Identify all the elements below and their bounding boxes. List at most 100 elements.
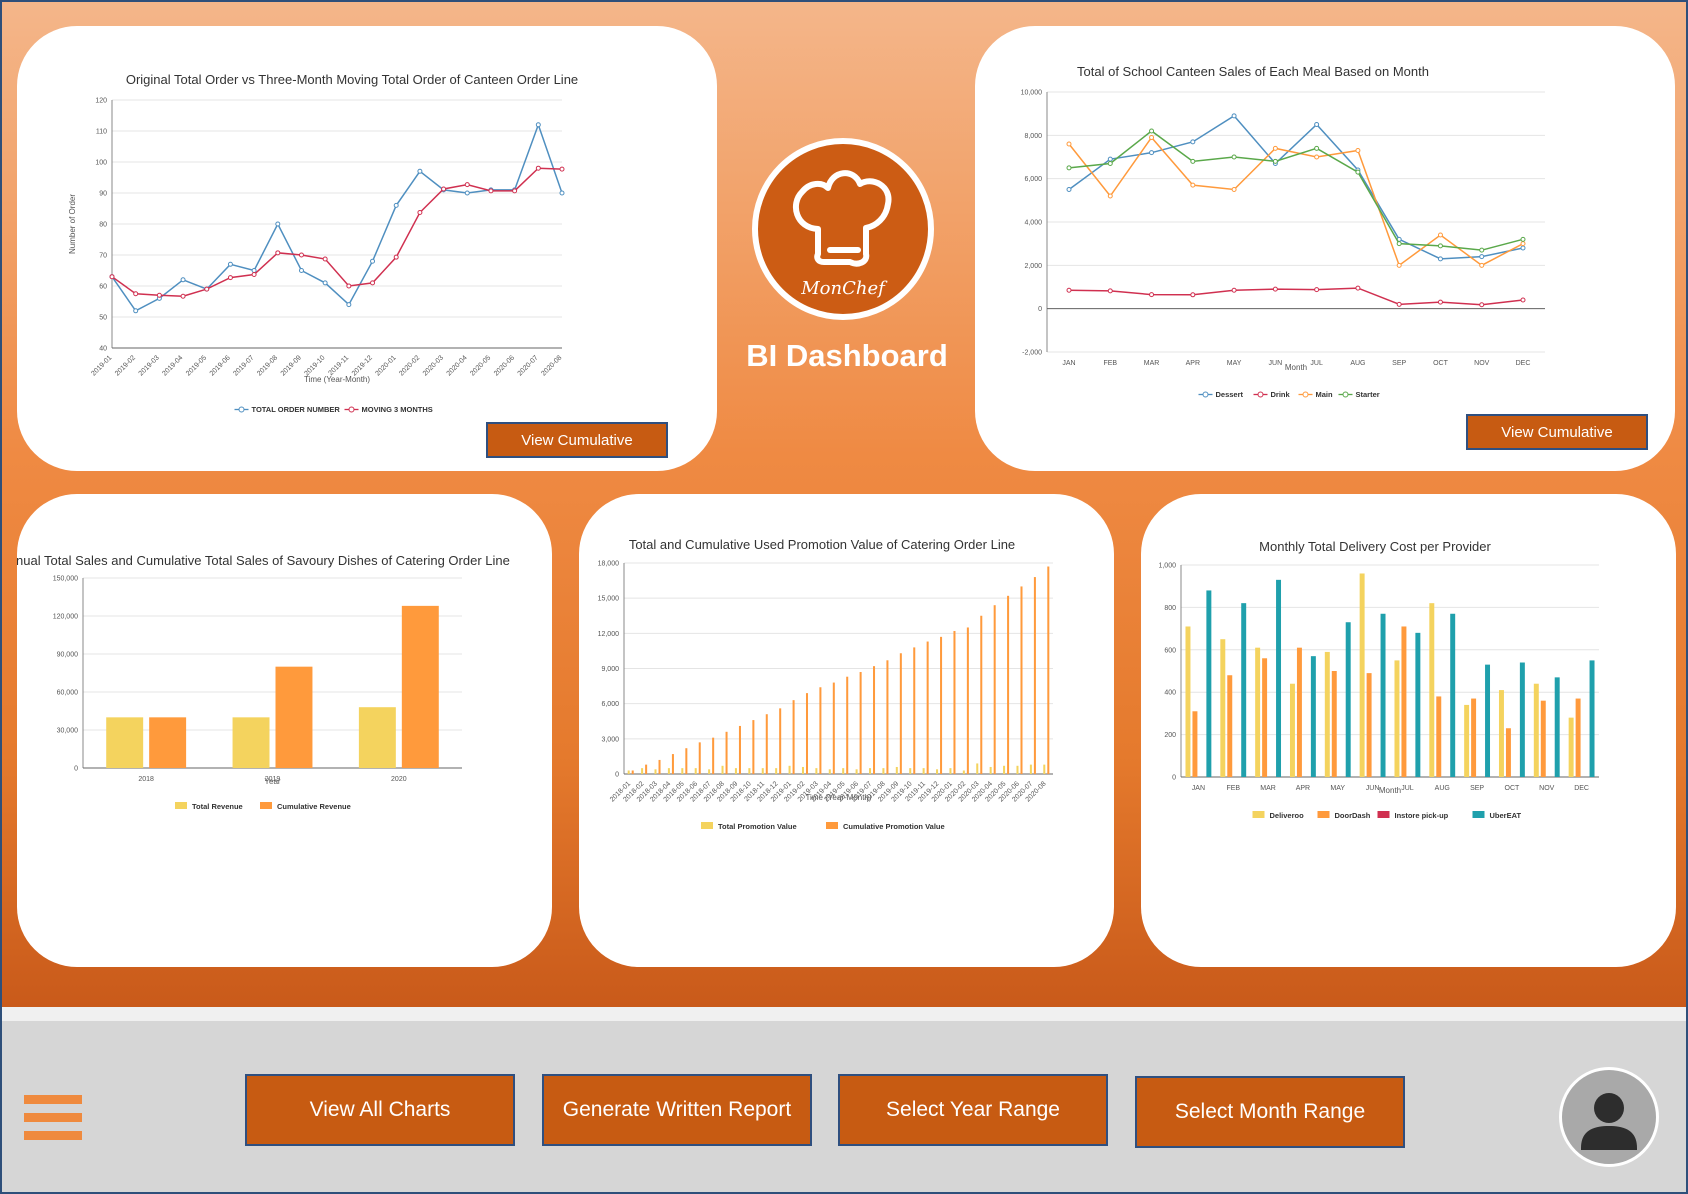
y-tick-label: 12,000 [598, 631, 620, 638]
bar [846, 676, 849, 774]
y-tick-label: 4,000 [1024, 220, 1042, 227]
data-point [1520, 297, 1526, 303]
x-tick-label: 2020-01 [375, 354, 398, 377]
chart-promotion-value: Total and Cumulative Used Promotion Valu… [598, 537, 1053, 831]
select-year-range-button[interactable]: Select Year Range [838, 1074, 1108, 1146]
select-month-range-button[interactable]: Select Month Range [1135, 1076, 1405, 1148]
bar [1324, 651, 1330, 777]
data-point [275, 221, 281, 227]
data-point [1479, 302, 1485, 308]
data-point [1396, 301, 1402, 307]
x-tick-label: 2018 [138, 776, 154, 783]
data-point [346, 283, 352, 289]
bar [976, 763, 979, 774]
bar [232, 717, 270, 768]
x-tick-label: 2019-06 [209, 354, 232, 377]
y-tick-label: 60,000 [57, 690, 79, 697]
bar [909, 768, 912, 774]
bar [828, 769, 831, 774]
view-cumulative-button[interactable]: View Cumulative [1466, 414, 1648, 450]
hamburger-menu-icon[interactable] [24, 1095, 82, 1141]
view-all-charts-button[interactable]: View All Charts [245, 1074, 515, 1146]
bar [685, 748, 688, 774]
bar [779, 708, 782, 774]
x-tick-label: NOV [1474, 360, 1490, 367]
bar [1540, 700, 1546, 777]
chart-delivery-cost: Monthly Total Delivery Cost per Provider… [1158, 539, 1599, 820]
data-point [1272, 286, 1278, 292]
bar [358, 707, 396, 768]
bar [936, 769, 939, 774]
x-tick-label: 2019-08 [256, 354, 279, 377]
y-tick-label: 2,000 [1024, 263, 1042, 270]
user-avatar-icon[interactable] [1559, 1067, 1659, 1167]
data-point [417, 168, 423, 174]
y-tick-label: 6,000 [601, 701, 619, 708]
chart-canteen-orders: Original Total Order vs Three-Month Movi… [68, 72, 578, 414]
y-tick-label: 50 [99, 315, 107, 322]
bar [721, 765, 724, 774]
data-point [1190, 292, 1196, 298]
y-tick-label: 15,000 [598, 596, 620, 603]
data-point [441, 186, 447, 192]
bar [855, 769, 858, 774]
data-point [1231, 187, 1237, 192]
data-point [251, 272, 257, 278]
data-point [1066, 141, 1072, 147]
x-tick-label: 2019-04 [161, 354, 184, 377]
y-tick-label: 18,000 [598, 561, 620, 568]
monchef-logo: MonChef [752, 138, 934, 320]
bar [1533, 683, 1539, 777]
x-tick-label: JUL [1310, 360, 1323, 367]
data-point [464, 182, 470, 188]
x-tick-label: 2020-05 [469, 354, 492, 377]
x-tick-label: OCT [1433, 360, 1449, 367]
x-axis-label: Month [1379, 786, 1401, 795]
bar [819, 687, 822, 774]
bar [886, 660, 889, 774]
data-point [109, 274, 115, 280]
bar [667, 768, 670, 774]
x-tick-label: AUG [1350, 360, 1365, 367]
y-tick-label: 90 [99, 191, 107, 198]
bar [1310, 656, 1316, 777]
data-point [1314, 122, 1320, 127]
y-tick-label: 3,000 [601, 736, 619, 743]
x-tick-label: 2019-02 [114, 354, 137, 377]
bar [725, 731, 728, 774]
bar [658, 759, 661, 774]
bar [1007, 595, 1010, 774]
data-point [322, 280, 328, 286]
y-tick-label: 0 [1038, 306, 1042, 313]
x-tick-label: 2020 [391, 776, 407, 783]
bar [1029, 764, 1032, 774]
data-point [1107, 156, 1113, 162]
y-tick-label: 1,000 [1158, 563, 1176, 570]
x-tick-label: 2019-11 [328, 354, 351, 377]
data-point [156, 292, 162, 298]
data-point [1066, 187, 1072, 192]
bar [1366, 673, 1372, 777]
x-tick-label: 2020-08 [540, 354, 563, 377]
data-point [1520, 236, 1526, 242]
bar [752, 720, 755, 774]
y-axis-label: Number of Order [68, 194, 77, 254]
data-point [1479, 262, 1485, 268]
bar [401, 605, 439, 768]
view-cumulative-button[interactable]: View Cumulative [486, 422, 668, 458]
series-line [1068, 287, 1524, 306]
bar [275, 666, 313, 768]
chart-card-delivery-cost: Monthly Total Delivery Cost per Provider… [1141, 494, 1676, 967]
bar [765, 714, 768, 774]
data-point [1272, 145, 1278, 151]
bar [712, 737, 715, 774]
bar [1003, 765, 1006, 774]
bar [962, 770, 965, 774]
x-tick-label: 2020-02 [398, 354, 421, 377]
y-tick-label: 150,000 [53, 576, 78, 583]
x-tick-label: JUN [1366, 785, 1380, 792]
legend-swatch [701, 822, 713, 829]
bar [1464, 704, 1470, 777]
generate-written-report-button[interactable]: Generate Written Report [542, 1074, 812, 1146]
legend-swatch [1472, 811, 1485, 818]
